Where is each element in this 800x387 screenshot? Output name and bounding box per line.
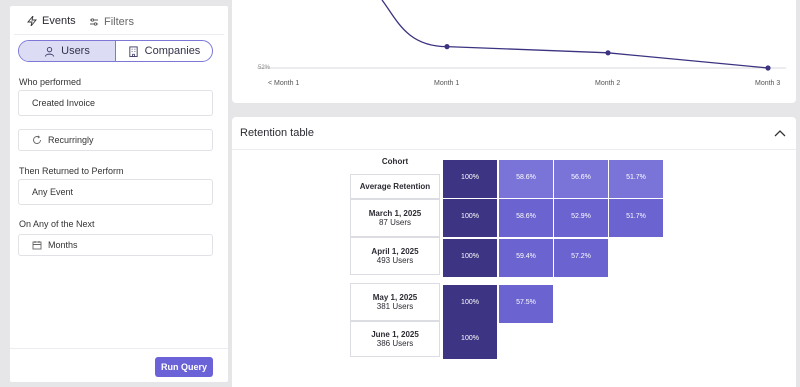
- cohort-row-label: April 1, 2025 493 Users: [350, 237, 440, 275]
- data-point[interactable]: [605, 50, 611, 56]
- query-panel: Events Filters Users Companies Who perfo…: [10, 6, 228, 382]
- entity-toggle: Users Companies: [18, 40, 213, 62]
- x-label-month-3: Month 3: [755, 80, 781, 87]
- panel-footer-divider: [10, 348, 228, 349]
- cohort-user-count: 493 Users: [376, 256, 414, 265]
- cohort-user-count: 87 Users: [378, 218, 411, 227]
- cohort-row-label: June 1, 2025 386 Users: [350, 321, 440, 357]
- companies-toggle-button[interactable]: Companies: [115, 41, 212, 61]
- return-event-value: Any Event: [32, 187, 74, 197]
- retention-cell[interactable]: 56.6%: [554, 160, 608, 198]
- cohort-date: June 1, 2025: [371, 330, 419, 339]
- users-toggle-button[interactable]: Users: [19, 41, 115, 61]
- tab-events-label: Events: [42, 15, 76, 27]
- retention-line-chart: [257, 0, 786, 71]
- who-performed-label: Who performed: [19, 77, 82, 87]
- y-tick-label: 52%: [258, 65, 271, 71]
- retention-cell[interactable]: 51.7%: [609, 199, 663, 237]
- panel-tabs: Events Filters: [14, 6, 224, 35]
- users-toggle-label: Users: [61, 45, 90, 57]
- cohort-date: April 1, 2025: [371, 247, 419, 256]
- tabs-divider: [14, 34, 224, 35]
- return-event-select[interactable]: Any Event: [18, 179, 213, 205]
- series-line: [381, 0, 769, 69]
- cohort-date: Average Retention: [359, 182, 431, 191]
- event-select[interactable]: Created Invoice: [18, 90, 213, 116]
- retention-chart-card: 52% < Month 1 Month 1 Month 2 Month 3: [232, 0, 796, 103]
- tab-filters-label: Filters: [104, 16, 134, 28]
- retention-cell[interactable]: 100%: [443, 239, 497, 277]
- cohort-row-label: March 1, 2025 87 Users: [350, 199, 440, 237]
- event-select-value: Created Invoice: [32, 98, 96, 108]
- retention-cell[interactable]: 100%: [443, 199, 497, 237]
- retention-divider: [232, 149, 796, 150]
- cohort-row-label: May 1, 2025 381 Users: [350, 283, 440, 321]
- bolt-icon: [27, 16, 37, 26]
- period-select[interactable]: Months: [18, 234, 213, 256]
- user-icon: [45, 46, 55, 57]
- x-label-month-2: Month 2: [595, 80, 621, 87]
- retention-cell[interactable]: 100%: [443, 285, 497, 323]
- retention-cell[interactable]: 100%: [443, 160, 497, 198]
- chevron-up-icon[interactable]: [774, 129, 786, 137]
- calendar-icon: [32, 241, 42, 250]
- retention-cell[interactable]: 52.9%: [554, 199, 608, 237]
- cohort-user-count: 386 Users: [376, 339, 414, 348]
- tab-events[interactable]: Events: [18, 10, 85, 34]
- data-point[interactable]: [444, 44, 450, 50]
- run-query-button[interactable]: Run Query: [155, 357, 213, 377]
- retention-cell[interactable]: 58.6%: [499, 160, 553, 198]
- companies-toggle-label: Companies: [144, 45, 201, 57]
- refresh-icon: [33, 135, 41, 144]
- retention-cell[interactable]: 59.4%: [499, 239, 553, 277]
- retention-cell[interactable]: 51.7%: [609, 160, 663, 198]
- retention-cell[interactable]: 58.6%: [499, 199, 553, 237]
- cohort-date: May 1, 2025: [372, 293, 418, 302]
- next-period-label: On Any of the Next: [19, 219, 95, 229]
- x-label-month-0: < Month 1: [268, 80, 300, 87]
- retention-cell[interactable]: 100%: [443, 321, 497, 359]
- cohort-row-label: Average Retention: [350, 174, 440, 199]
- cohort-header: Cohort: [381, 157, 409, 166]
- building-icon: [129, 45, 138, 57]
- cohort-user-count: 381 Users: [376, 302, 414, 311]
- then-returned-label: Then Returned to Perform: [19, 166, 124, 176]
- cohort-date: March 1, 2025: [368, 209, 422, 218]
- period-value: Months: [48, 240, 78, 250]
- x-label-month-1: Month 1: [434, 80, 460, 87]
- retention-table-card: Retention table Cohort Average Retention…: [232, 117, 796, 387]
- frequency-value: Recurringly: [48, 135, 94, 145]
- retention-cell[interactable]: 57.5%: [499, 285, 553, 323]
- retention-table-title: Retention table: [240, 127, 314, 139]
- retention-cell[interactable]: 57.2%: [554, 239, 608, 277]
- data-point[interactable]: [765, 65, 771, 71]
- sliders-icon: [90, 18, 98, 26]
- frequency-select[interactable]: Recurringly: [18, 129, 213, 151]
- tab-filters[interactable]: Filters: [80, 10, 143, 34]
